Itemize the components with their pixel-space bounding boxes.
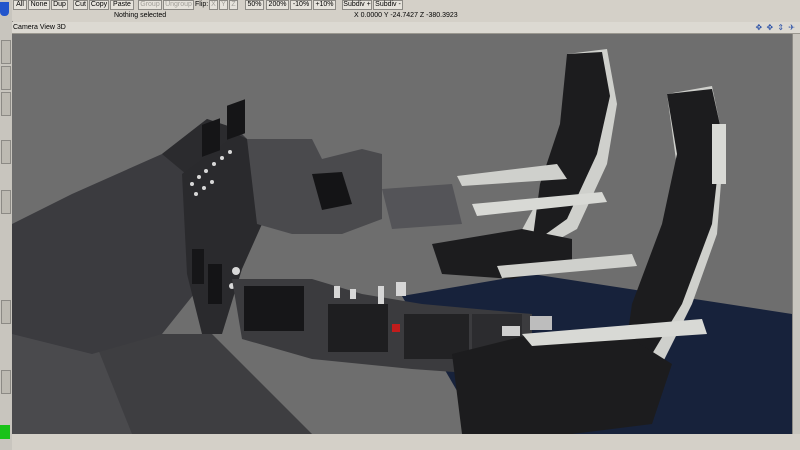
side-tool-button[interactable] bbox=[1, 92, 11, 116]
camera-navigation-icons[interactable]: ✥ ✥ ⇕ ✈ bbox=[756, 22, 796, 33]
zoom-50-button[interactable]: 50% bbox=[245, 0, 264, 10]
subdiv-minus-button[interactable]: Subdiv - bbox=[373, 0, 403, 10]
side-tool-button[interactable] bbox=[1, 370, 11, 394]
side-tool-button[interactable] bbox=[1, 40, 11, 64]
zoom-200-button[interactable]: 200% bbox=[266, 0, 289, 10]
zoom-plus-10-button[interactable]: +10% bbox=[313, 0, 336, 10]
bottom-bar bbox=[12, 434, 800, 450]
right-scroll-strip[interactable] bbox=[792, 34, 800, 434]
top-toolbar: All None Dup Cut Copy Paste Group Ungrou… bbox=[12, 0, 800, 10]
ungroup-button[interactable]: Ungroup bbox=[163, 0, 194, 10]
zoom-minus-10-button[interactable]: -10% bbox=[290, 0, 312, 10]
display-screen bbox=[192, 249, 204, 284]
3d-viewport[interactable] bbox=[12, 34, 792, 434]
side-tool-button[interactable] bbox=[1, 190, 11, 214]
status-bar: Nothing selected X 0.0000 Y -24.7427 Z -… bbox=[12, 10, 800, 21]
flip-y-button[interactable]: Y bbox=[219, 0, 228, 10]
select-all-button[interactable]: All bbox=[13, 0, 27, 10]
display-screen bbox=[227, 99, 245, 140]
side-tool-button[interactable] bbox=[1, 140, 11, 164]
viewport-header: Camera View 3D ✥ ✥ ⇕ ✈ bbox=[12, 22, 800, 34]
display-screen bbox=[202, 118, 220, 157]
cut-button[interactable]: Cut bbox=[73, 0, 88, 10]
flip-z-button[interactable]: Z bbox=[229, 0, 238, 10]
cockpit-scene bbox=[12, 34, 792, 434]
side-tool-button[interactable] bbox=[1, 66, 11, 90]
display-screen bbox=[244, 286, 304, 331]
selection-status: Nothing selected bbox=[114, 12, 167, 19]
flip-label: Flip: bbox=[195, 1, 209, 8]
select-none-button[interactable]: None bbox=[28, 0, 50, 10]
copy-button[interactable]: Copy bbox=[89, 0, 109, 10]
group-button[interactable]: Group bbox=[138, 0, 162, 10]
status-indicator-green bbox=[0, 425, 10, 439]
flip-x-button[interactable]: X bbox=[209, 0, 218, 10]
display-screen bbox=[208, 264, 222, 304]
viewport-title: Camera View 3D bbox=[13, 24, 66, 31]
duplicate-button[interactable]: Dup bbox=[51, 0, 68, 10]
side-tool-button[interactable] bbox=[1, 300, 11, 324]
red-lever bbox=[392, 324, 400, 332]
cursor-coordinates: X 0.0000 Y -24.7427 Z -380.3923 bbox=[354, 12, 458, 19]
subdiv-plus-button[interactable]: Subdiv + bbox=[342, 0, 372, 10]
paste-button[interactable]: Paste bbox=[110, 0, 134, 10]
app-logo-icon bbox=[0, 2, 9, 16]
